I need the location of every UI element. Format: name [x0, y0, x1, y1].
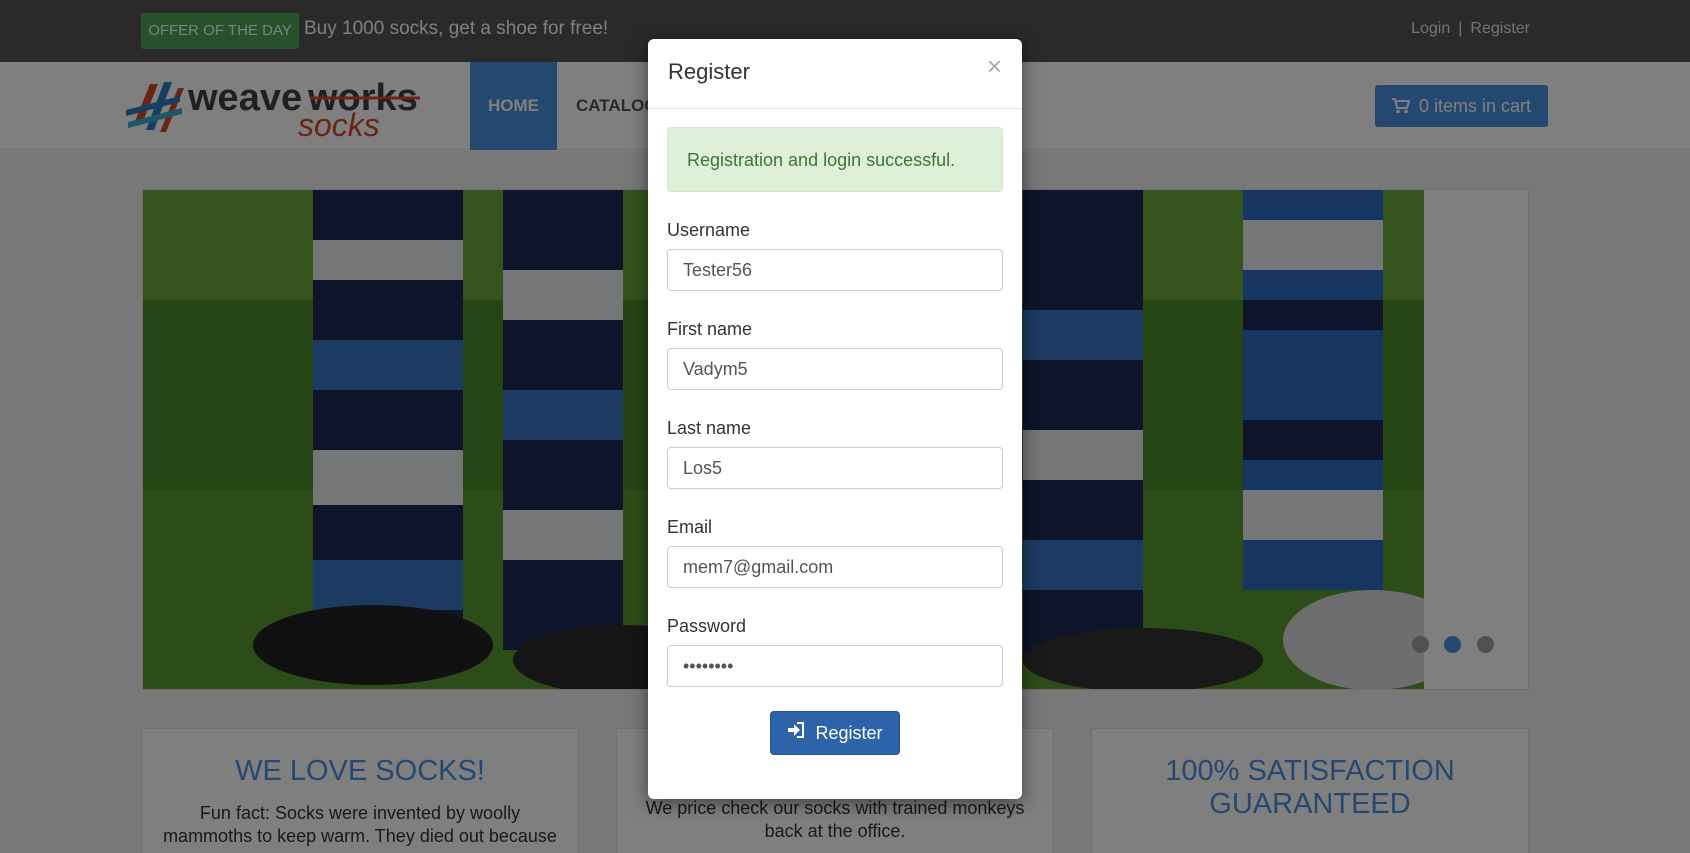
- first-name-label: First name: [667, 319, 753, 339]
- password-field[interactable]: [667, 645, 1003, 687]
- register-submit-button[interactable]: Register: [770, 711, 900, 755]
- last-name-label: Last name: [667, 418, 752, 438]
- first-name-field[interactable]: [667, 348, 1003, 390]
- email-field[interactable]: [667, 546, 1003, 588]
- modal-header: Register ×: [648, 39, 1022, 109]
- email-label: Email: [667, 517, 713, 537]
- register-modal: Register × Registration and login succes…: [648, 39, 1022, 799]
- register-submit-label: Register: [815, 723, 883, 743]
- modal-body: Registration and login successful. Usern…: [648, 109, 1022, 687]
- username-group: Username: [667, 220, 1003, 291]
- username-field[interactable]: [667, 249, 1003, 291]
- success-alert: Registration and login successful.: [667, 127, 1003, 192]
- last-name-group: Last name: [667, 418, 1003, 489]
- password-label: Password: [667, 616, 747, 636]
- last-name-field[interactable]: [667, 447, 1003, 489]
- email-group: Email: [667, 517, 1003, 588]
- modal-title: Register: [668, 59, 750, 84]
- password-group: Password: [667, 616, 1003, 687]
- first-name-group: First name: [667, 319, 1003, 390]
- sign-in-icon: [787, 711, 805, 753]
- close-icon[interactable]: ×: [987, 53, 1002, 79]
- username-label: Username: [667, 220, 751, 240]
